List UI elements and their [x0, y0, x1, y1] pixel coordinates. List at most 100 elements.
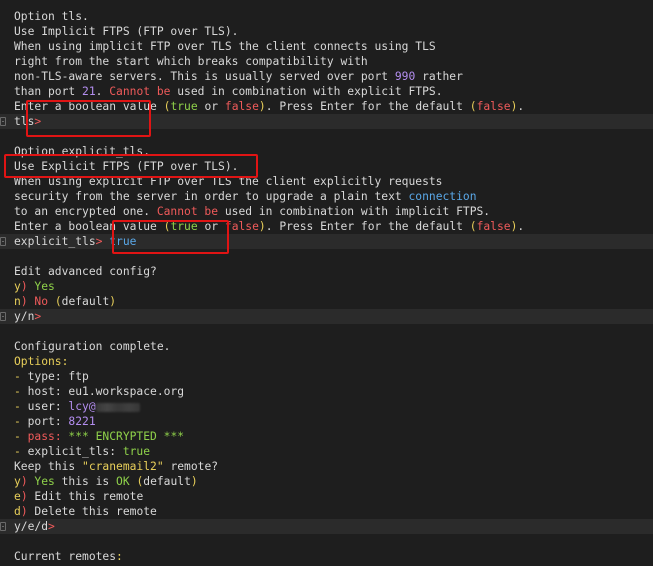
text-segment: default: [61, 295, 110, 308]
text-segment: y: [14, 280, 21, 293]
terminal-line: - user: lcy@: [14, 399, 140, 414]
text-segment: lcy@: [68, 400, 96, 413]
text-segment: user:: [27, 400, 69, 413]
prompt-line-highlight: [0, 114, 653, 129]
text-segment: false: [476, 100, 511, 113]
text-segment: When using explicit FTP over TLS the cli…: [14, 175, 443, 188]
text-segment: default: [143, 475, 191, 488]
text-segment: Enter a boolean value: [14, 100, 164, 113]
terminal-line: - type: ftp: [14, 369, 89, 384]
text-segment: ): [20, 505, 35, 518]
terminal-line: Use Explicit FTPS (FTP over TLS).: [14, 159, 238, 174]
text-segment: -: [14, 415, 28, 428]
prompt-gutter-icon: [0, 522, 6, 531]
text-segment: explicit_tls: [14, 235, 96, 248]
text-segment: -: [14, 430, 28, 443]
text-segment: y/n: [14, 310, 35, 323]
text-segment: . Press Enter for the default: [265, 220, 470, 233]
terminal-line: When using explicit FTP over TLS the cli…: [14, 174, 442, 189]
text-segment: ): [20, 490, 35, 503]
text-segment: or: [197, 100, 225, 113]
text-segment: :: [116, 550, 123, 563]
text-segment: Use Implicit FTPS (FTP over TLS).: [14, 25, 239, 38]
text-segment: Use Explicit FTPS (FTP over TLS).: [14, 160, 239, 173]
text-segment: . Press Enter for the default: [265, 100, 470, 113]
text-segment: (: [54, 295, 62, 308]
terminal-line: non-TLS-aware servers. This is usually s…: [14, 69, 463, 84]
text-segment: .: [95, 85, 110, 98]
text-segment: -: [14, 370, 28, 383]
text-segment: (: [469, 100, 477, 113]
text-segment: ): [109, 295, 117, 308]
text-segment: used in combination with explicit FTPS.: [170, 85, 443, 98]
terminal-line: - host: eu1.workspace.org: [14, 384, 184, 399]
text-segment: No: [34, 295, 49, 308]
text-segment: this is: [54, 475, 117, 488]
text-segment: When using implicit FTP over TLS the cli…: [14, 40, 436, 53]
text-segment: explicit_tls:: [27, 445, 123, 458]
terminal-line: Use Implicit FTPS (FTP over TLS).: [14, 24, 238, 39]
text-segment: Cannot be: [156, 205, 219, 218]
text-segment: host: eu1.workspace.org: [27, 385, 185, 398]
text-segment: used in combination with implicit FTPS.: [218, 205, 491, 218]
text-segment: than port: [14, 85, 83, 98]
terminal-line: - pass: *** ENCRYPTED ***: [14, 429, 184, 444]
text-segment: e: [14, 490, 21, 503]
text-segment: ): [20, 295, 35, 308]
prompt-line[interactable]: explicit_tls> true: [14, 234, 136, 249]
text-segment: ): [258, 220, 266, 233]
terminal-line: right from the start which breaks compat…: [14, 54, 368, 69]
text-segment: Keep this: [14, 460, 83, 473]
redacted-text: [95, 402, 140, 412]
text-segment: d: [14, 505, 21, 518]
text-segment: rather: [415, 70, 463, 83]
text-segment: Edit advanced config?: [14, 265, 157, 278]
terminal-line: security from the server in order to upg…: [14, 189, 477, 204]
text-segment: Yes: [34, 280, 55, 293]
text-segment: ): [20, 475, 35, 488]
text-segment: security from the server in order to upg…: [14, 190, 409, 203]
terminal-line: to an encrypted one. Cannot be used in c…: [14, 204, 490, 219]
terminal-line: When using implicit FTP over TLS the cli…: [14, 39, 436, 54]
terminal-line: Configuration complete.: [14, 339, 170, 354]
prompt-line[interactable]: y/n>: [14, 309, 41, 324]
terminal-line: Option explicit_tls.: [14, 144, 150, 159]
text-segment: 8221: [68, 415, 96, 428]
terminal-line: than port 21. Cannot be used in combinat…: [14, 84, 443, 99]
text-segment: pass:: [27, 430, 69, 443]
terminal-line: Current remotes:: [14, 549, 123, 564]
text-segment: true: [102, 235, 137, 248]
text-segment: Yes: [34, 475, 55, 488]
prompt-gutter-icon: [0, 237, 6, 246]
text-segment: n: [14, 295, 21, 308]
prompt-line-highlight: [0, 309, 653, 324]
text-segment: non-TLS-aware servers. This is usually s…: [14, 70, 395, 83]
text-segment: false: [224, 220, 259, 233]
terminal-line: Keep this "cranemail2" remote?: [14, 459, 218, 474]
text-segment: "cranemail2": [82, 460, 164, 473]
text-segment: .: [517, 100, 525, 113]
prompt-line[interactable]: y/e/d>: [14, 519, 55, 534]
terminal-line: Enter a boolean value (true or false). P…: [14, 99, 524, 114]
text-segment: Delete this remote: [34, 505, 157, 518]
terminal-line: y) Yes this is OK (default): [14, 474, 198, 489]
text-segment: tls: [14, 115, 35, 128]
text-segment: port:: [27, 415, 69, 428]
text-segment: >: [34, 310, 42, 323]
text-segment: -: [14, 400, 28, 413]
text-segment: true: [122, 445, 151, 458]
text-segment: (: [469, 220, 477, 233]
text-segment: Options: [14, 355, 62, 368]
prompt-line-highlight: [0, 519, 653, 534]
text-segment: :: [61, 355, 69, 368]
text-segment: 990: [394, 70, 416, 83]
prompt-gutter-icon: [0, 312, 6, 321]
prompt-line[interactable]: tls>: [14, 114, 41, 129]
text-segment: y/e/d: [14, 520, 49, 533]
terminal-line: n) No (default): [14, 294, 116, 309]
text-segment: Edit this remote: [34, 490, 144, 503]
text-segment: ): [258, 100, 266, 113]
text-segment: [48, 295, 55, 308]
terminal-line: y) Yes: [14, 279, 55, 294]
text-segment: *** ENCRYPTED ***: [68, 430, 185, 443]
